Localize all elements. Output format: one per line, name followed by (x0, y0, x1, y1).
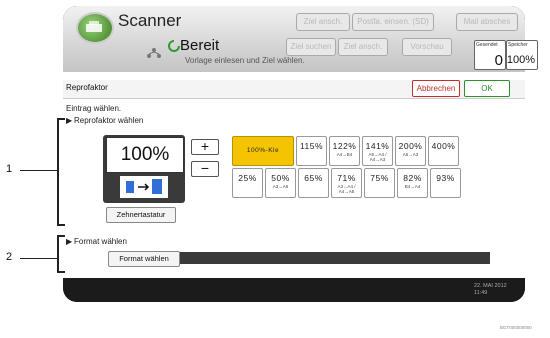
ratio-button[interactable]: 200% A5→A3 (395, 136, 426, 166)
app-title: Scanner (118, 11, 182, 30)
ratio-button[interactable]: 100%-Kle (232, 136, 294, 166)
ratio-button[interactable]: 50% A3→A5 (265, 168, 296, 198)
ratio-button[interactable]: 75% (364, 168, 395, 198)
cancel-button[interactable]: Abbrechen (412, 80, 460, 97)
time-text: 11:49 (474, 290, 488, 296)
ok-button[interactable]: OK (464, 80, 510, 97)
ratio-button[interactable]: 65% (298, 168, 329, 198)
function-button-3[interactable]: Mail absches (456, 13, 518, 31)
memory-counter-value: 100% (506, 54, 535, 66)
ratio-button[interactable]: 115% (296, 136, 327, 166)
date-time: 22. MAI 2012 11:49 (474, 283, 507, 297)
scanner-logo-icon (76, 12, 114, 44)
function-button-2[interactable]: Postfa. einsen. (SD) (352, 13, 434, 31)
function-button-4[interactable]: Ziel suchen (286, 38, 336, 56)
scale-up-icon (120, 176, 168, 202)
instruction-text: Eintrag wählen. (66, 104, 122, 113)
callout-number-1: 1 (6, 163, 13, 175)
callout-bracket-1 (57, 118, 65, 226)
callout-number-2: 2 (6, 251, 13, 263)
section1-title: Reprofaktor wählen (74, 116, 144, 125)
callout-bracket-2 (57, 235, 65, 273)
format-display-strip (178, 252, 490, 264)
ratio-button[interactable]: 82% B4→A4 (397, 168, 428, 198)
callout-leader-1 (20, 170, 57, 171)
ratio-button[interactable]: 122% A4→B4 (329, 136, 360, 166)
section2-marker-icon: ▶ (66, 237, 73, 246)
function-button-5[interactable]: Ziel ansch. (338, 38, 388, 56)
keypad-button[interactable]: Zehnertastatur (106, 207, 176, 223)
ratio-button[interactable]: 141% A5→A4 / A4→A3 (362, 136, 393, 166)
status-subtext: Vorlage einlesen und Ziel wählen. (185, 56, 305, 65)
callout-leader-2 (20, 258, 57, 259)
sent-counter: Gesendet 0 (474, 40, 506, 70)
sent-counter-value: 0 (494, 52, 503, 69)
memory-counter-label: Speicher (508, 42, 528, 48)
image-code: BGT000000000 (500, 325, 532, 330)
function-button-1[interactable]: Ziel ansch. (296, 13, 350, 31)
ratio-button[interactable]: 400% (428, 136, 459, 166)
section2-title: Format wählen (74, 237, 127, 246)
memory-counter: Speicher 100% (506, 40, 538, 70)
ratio-button[interactable]: 93% (430, 168, 461, 198)
sent-counter-label: Gesendet (476, 42, 498, 48)
section1-marker-icon: ▶ (66, 116, 73, 125)
panel-title: Reprofaktor (66, 83, 108, 92)
date-text: 22. MAI 2012 (474, 283, 507, 289)
network-icon (146, 44, 162, 63)
ratio-button[interactable]: 25% (232, 168, 263, 198)
minus-button[interactable]: − (191, 161, 219, 177)
ratio-button[interactable]: 71% A3→A4 / A4→A5 (331, 168, 362, 198)
status-ready-icon (168, 40, 180, 52)
format-select-button[interactable]: Format wählen (108, 251, 180, 267)
function-button-6[interactable]: Vorschau (402, 38, 452, 56)
footer-bar (63, 278, 525, 302)
plus-button[interactable]: + (191, 139, 219, 155)
current-ratio: 100% (106, 137, 184, 173)
status-text: Bereit (180, 37, 220, 54)
